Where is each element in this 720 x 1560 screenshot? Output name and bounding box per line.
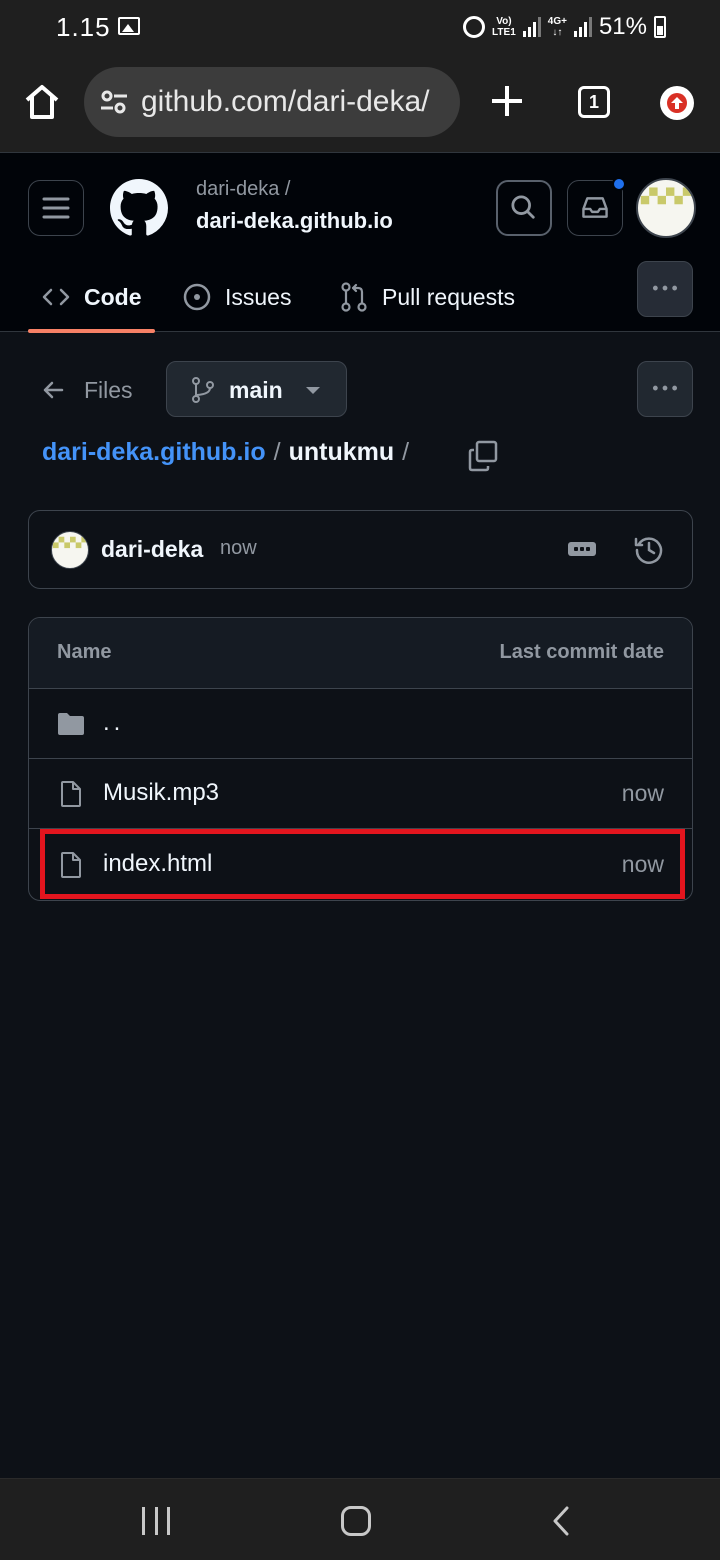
url-text[interactable]: github.com/dari-deka/ — [141, 85, 453, 119]
highlight-annotation-box — [40, 829, 685, 899]
table-row-parent-dir[interactable]: .. — [29, 689, 692, 759]
table-header: Name Last commit date — [29, 618, 692, 689]
commit-author[interactable]: dari-deka — [101, 536, 203, 563]
back-icon[interactable] — [552, 1505, 570, 1537]
new-tab-icon[interactable] — [490, 84, 524, 118]
battery-percent: 51% — [598, 13, 647, 40]
kebab-horizontal-icon — [652, 285, 678, 291]
row-date: now — [621, 780, 664, 806]
signal-strength-icon-2 — [573, 17, 592, 37]
update-icon[interactable] — [660, 86, 694, 120]
git-branch-icon — [192, 377, 214, 403]
4g-indicator: 4G+ ↓↑ — [547, 16, 567, 38]
repo-owner-link[interactable]: dari-deka / — [196, 178, 291, 201]
files-back-link[interactable]: Files — [42, 370, 133, 410]
commit-message-toggle-icon[interactable] — [568, 542, 596, 556]
triangle-down-icon — [306, 387, 320, 394]
row-name[interactable]: Musik.mp3 — [103, 779, 219, 807]
copy-path-icon[interactable] — [468, 440, 498, 472]
folder-icon — [58, 713, 84, 735]
battery-icon — [654, 16, 666, 38]
signal-strength-icon — [522, 17, 541, 37]
system-nav-bar — [0, 1478, 720, 1560]
column-header-name: Name — [57, 641, 112, 663]
issue-opened-icon — [183, 283, 211, 311]
repo-tab-nav: Code Issues Pull requests — [0, 261, 720, 333]
more-options-button[interactable] — [637, 361, 693, 417]
gallery-notification-icon — [118, 17, 140, 35]
tab-switcher-button[interactable]: 1 — [578, 86, 610, 118]
alarm-icon — [463, 16, 486, 38]
code-icon — [42, 288, 70, 306]
breadcrumb-trailing-separator: / — [402, 438, 410, 466]
table-row-musik-mp3[interactable]: Musik.mp3 now — [29, 759, 692, 829]
git-pull-request-icon — [341, 282, 367, 312]
home-icon[interactable] — [22, 82, 62, 122]
github-logo-icon[interactable] — [110, 179, 168, 237]
tab-pull-requests[interactable]: Pull requests — [340, 277, 515, 317]
user-avatar[interactable] — [636, 178, 696, 238]
breadcrumb-separator: / — [273, 438, 281, 466]
tab-code[interactable]: Code — [42, 277, 142, 317]
history-icon[interactable] — [634, 535, 664, 565]
active-tab-indicator — [28, 329, 155, 333]
more-tabs-button[interactable] — [637, 261, 693, 317]
breadcrumb-current-folder: untukmu — [288, 438, 395, 466]
menu-button[interactable] — [28, 180, 84, 236]
hamburger-icon — [42, 197, 70, 219]
tab-issues[interactable]: Issues — [183, 277, 291, 317]
volte-indicator: Vo) LTE1 — [492, 16, 516, 38]
commit-time: now — [220, 537, 257, 559]
breadcrumb: dari-deka.github.io / untukmu / — [42, 438, 417, 467]
address-bar[interactable]: github.com/dari-deka/ — [84, 67, 460, 137]
home-nav-icon[interactable] — [341, 1506, 371, 1536]
notification-dot — [612, 177, 626, 191]
branch-name: main — [229, 377, 283, 403]
breadcrumb-repo-link[interactable]: dari-deka.github.io — [42, 438, 266, 467]
browser-toolbar: github.com/dari-deka/ 1 — [0, 54, 720, 152]
recent-apps-icon[interactable] — [142, 1507, 170, 1535]
search-button[interactable] — [496, 180, 552, 236]
status-icons: Vo) LTE1 4G+ ↓↑ 51% — [463, 13, 666, 41]
site-settings-icon[interactable] — [100, 89, 128, 115]
latest-commit-box: dari-deka now — [28, 510, 693, 589]
repo-name-link[interactable]: dari-deka.github.io — [196, 208, 393, 234]
kebab-horizontal-icon — [652, 385, 678, 391]
file-icon — [61, 781, 81, 807]
search-icon — [511, 195, 535, 219]
row-name[interactable]: .. — [103, 709, 124, 737]
arrow-left-icon — [43, 381, 64, 399]
status-bar: 1.15 Vo) LTE1 4G+ ↓↑ 51% — [0, 0, 720, 54]
branch-selector[interactable]: main — [166, 361, 347, 417]
github-header: dari-deka / dari-deka.github.io Code Iss… — [0, 152, 720, 333]
column-header-date: Last commit date — [499, 641, 664, 663]
status-time: 1.15 — [56, 12, 111, 42]
commit-author-avatar[interactable] — [51, 531, 89, 569]
